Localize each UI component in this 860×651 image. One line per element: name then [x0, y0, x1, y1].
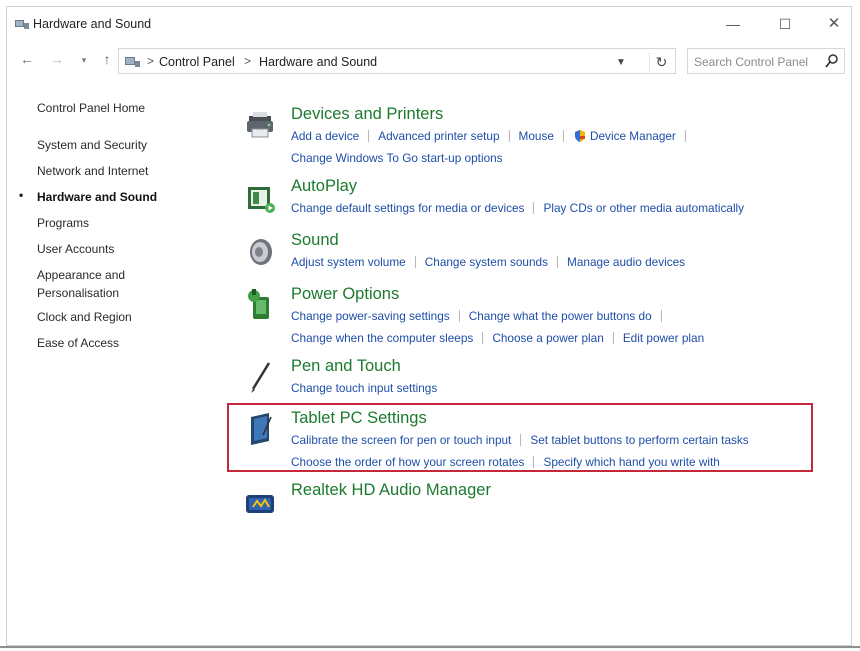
- links-row: Change power-saving settings Change what …: [291, 309, 671, 323]
- sidebar-item-ease-of-access[interactable]: Ease of Access: [37, 334, 119, 352]
- link-separator: [562, 130, 564, 142]
- minimize-button[interactable]: —: [721, 13, 745, 35]
- links-row: Adjust system volume Change system sounds…: [291, 255, 685, 269]
- link-separator: [684, 130, 686, 142]
- breadcrumb-control-panel[interactable]: Control Panel: [159, 55, 235, 69]
- shield-icon: [574, 130, 585, 142]
- link-separator: [368, 130, 370, 142]
- active-item-bullet: •: [19, 188, 24, 202]
- category-title-realtek-hd-audio-manager[interactable]: Realtek HD Audio Manager: [291, 481, 491, 500]
- maximize-button[interactable]: ☐: [773, 13, 797, 35]
- sidebar-item-control-panel-home[interactable]: Control Panel Home: [37, 99, 145, 117]
- sidebar-item-programs[interactable]: Programs: [37, 214, 89, 232]
- links-row: Change default settings for media or dev…: [291, 201, 744, 215]
- link-change-touch-input-settings[interactable]: Change touch input settings: [291, 381, 437, 395]
- link-edit-power-plan[interactable]: Edit power plan: [623, 331, 704, 345]
- link-change-power-saving-settings[interactable]: Change power-saving settings: [291, 309, 450, 323]
- control-panel-window: Hardware and Sound — ☐ ✕ ← → ▾ ↑ > Contr…: [6, 6, 852, 646]
- search-input[interactable]: [694, 53, 818, 71]
- search-icon[interactable]: [824, 52, 840, 70]
- links-row: Change Windows To Go start-up options: [291, 151, 503, 165]
- links-row: Change touch input settings: [291, 381, 437, 395]
- sidebar-item-clock-and-region[interactable]: Clock and Region: [37, 308, 132, 326]
- printer-icon: [247, 112, 273, 138]
- link-choose-power-plan[interactable]: Choose a power plan: [492, 331, 604, 345]
- autoplay-icon: [248, 187, 275, 213]
- link-change-power-buttons[interactable]: Change what the power buttons do: [469, 309, 652, 323]
- up-arrow-icon[interactable]: ↑: [99, 51, 115, 67]
- category-title-devices-and-printers[interactable]: Devices and Printers: [291, 105, 443, 124]
- links-row: Change when the computer sleeps Choose a …: [291, 331, 704, 345]
- link-manage-audio-devices[interactable]: Manage audio devices: [567, 255, 685, 269]
- sidebar-item-appearance-line2[interactable]: Personalisation: [37, 284, 119, 302]
- category-title-autoplay[interactable]: AutoPlay: [291, 177, 357, 196]
- refresh-icon[interactable]: ↻: [649, 53, 673, 71]
- category-title-power-options[interactable]: Power Options: [291, 285, 399, 304]
- window-title: Hardware and Sound: [33, 17, 152, 31]
- link-play-cds[interactable]: Play CDs or other media automatically: [543, 201, 744, 215]
- back-arrow-icon[interactable]: ←: [19, 51, 35, 67]
- link-separator: [612, 332, 614, 344]
- link-separator: [482, 332, 484, 344]
- sidebar-item-appearance-line1[interactable]: Appearance and: [37, 266, 125, 284]
- links-row: Add a device Advanced printer setup Mouse D…: [291, 129, 695, 143]
- forward-arrow-icon[interactable]: →: [49, 51, 65, 67]
- link-separator: [414, 256, 416, 268]
- breadcrumb-separator: >: [244, 54, 252, 68]
- link-advanced-printer-setup[interactable]: Advanced printer setup: [378, 129, 499, 143]
- speaker-icon: [250, 239, 272, 265]
- navigation-bar: ← → ▾ ↑ > Control Panel > Hardware and S…: [7, 45, 851, 75]
- link-separator: [660, 310, 662, 322]
- category-title-pen-and-touch[interactable]: Pen and Touch: [291, 357, 401, 376]
- link-device-manager[interactable]: Device Manager: [590, 129, 676, 143]
- link-separator: [557, 256, 559, 268]
- sidebar-item-network-and-internet[interactable]: Network and Internet: [37, 162, 148, 180]
- link-change-when-computer-sleeps[interactable]: Change when the computer sleeps: [291, 331, 473, 345]
- address-dropdown-chevron-icon[interactable]: ▼: [616, 57, 626, 68]
- category-title-sound[interactable]: Sound: [291, 231, 339, 250]
- link-change-system-sounds[interactable]: Change system sounds: [425, 255, 548, 269]
- link-separator: [533, 202, 535, 214]
- link-change-windows-to-go[interactable]: Change Windows To Go start-up options: [291, 151, 503, 165]
- highlight-box: [227, 403, 813, 472]
- sidebar-item-hardware-and-sound[interactable]: Hardware and Sound: [37, 188, 157, 206]
- bottom-divider: [0, 646, 860, 648]
- recent-locations-chevron-icon[interactable]: ▾: [76, 55, 92, 66]
- breadcrumb-separator: >: [147, 54, 155, 68]
- link-separator: [458, 310, 460, 322]
- title-bar: Hardware and Sound — ☐ ✕: [7, 7, 851, 41]
- power-options-icon: [248, 289, 269, 319]
- link-add-a-device[interactable]: Add a device: [291, 129, 359, 143]
- sidebar-item-system-and-security[interactable]: System and Security: [37, 136, 147, 154]
- link-change-default-settings[interactable]: Change default settings for media or dev…: [291, 201, 524, 215]
- link-mouse[interactable]: Mouse: [519, 129, 554, 143]
- sidebar-item-user-accounts[interactable]: User Accounts: [37, 240, 114, 258]
- realtek-audio-icon: [246, 495, 274, 513]
- control-panel-icon: [15, 20, 29, 29]
- breadcrumb-hardware-and-sound[interactable]: Hardware and Sound: [259, 55, 377, 69]
- link-adjust-system-volume[interactable]: Adjust system volume: [291, 255, 406, 269]
- address-bar[interactable]: > Control Panel > Hardware and Sound ▼ ↻: [118, 48, 676, 74]
- control-panel-icon: [125, 57, 140, 67]
- link-separator: [508, 130, 510, 142]
- search-box[interactable]: [687, 48, 845, 74]
- pen-icon: [251, 362, 271, 393]
- close-button[interactable]: ✕: [822, 13, 846, 35]
